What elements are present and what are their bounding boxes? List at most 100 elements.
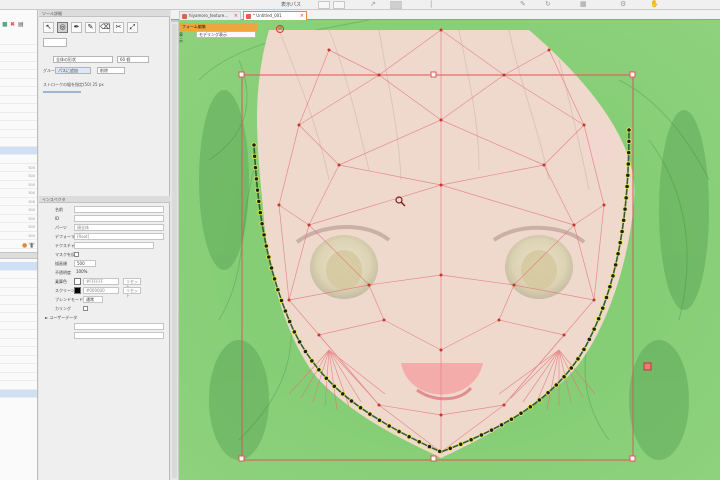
path-point[interactable] bbox=[386, 423, 392, 429]
list-item[interactable]: 500 bbox=[0, 232, 37, 240]
mode-chip[interactable] bbox=[43, 38, 67, 47]
lock-icon[interactable]: ● bbox=[22, 242, 27, 249]
path-point[interactable] bbox=[508, 416, 515, 422]
close-icon[interactable]: × bbox=[234, 12, 238, 20]
path-point[interactable] bbox=[536, 397, 543, 403]
list-item[interactable] bbox=[0, 104, 37, 113]
grid-icon[interactable]: ▦ bbox=[580, 0, 588, 8]
list-item[interactable]: 500 bbox=[0, 181, 37, 189]
list-item[interactable] bbox=[0, 121, 37, 130]
path-point[interactable] bbox=[278, 297, 285, 304]
list-item[interactable] bbox=[0, 138, 37, 147]
path-point[interactable] bbox=[367, 411, 373, 417]
count-field[interactable]: 60 個 bbox=[117, 56, 149, 63]
path-point[interactable] bbox=[561, 374, 567, 380]
path-point[interactable] bbox=[591, 326, 597, 332]
mesh-vertex[interactable] bbox=[562, 333, 566, 337]
list-item[interactable] bbox=[0, 322, 37, 330]
mesh-vertex[interactable] bbox=[602, 203, 606, 207]
path-point[interactable] bbox=[468, 437, 474, 443]
path-point[interactable] bbox=[498, 422, 505, 428]
user-data-toggle[interactable]: ► ユーザーデータ bbox=[45, 315, 77, 321]
list-item[interactable] bbox=[0, 364, 37, 373]
path-point[interactable] bbox=[271, 276, 278, 282]
deformer-select[interactable]: [Root] bbox=[74, 233, 164, 240]
path-point[interactable] bbox=[259, 221, 265, 227]
mesh-vertex[interactable] bbox=[287, 298, 291, 302]
path-point[interactable] bbox=[309, 358, 315, 364]
mesh-vertex[interactable] bbox=[317, 333, 321, 337]
draw-order-field[interactable]: 500 bbox=[74, 260, 96, 267]
mesh-vertex[interactable] bbox=[582, 123, 586, 127]
list-item[interactable] bbox=[0, 79, 37, 87]
settings-icon[interactable]: ⚙ bbox=[620, 0, 628, 8]
display-mode-select[interactable]: モデリング表示 bbox=[196, 31, 256, 38]
mesh-vertex[interactable] bbox=[439, 183, 443, 187]
path-point[interactable] bbox=[257, 209, 263, 216]
add-icon[interactable]: ■ bbox=[2, 22, 8, 28]
path-point[interactable] bbox=[263, 243, 269, 249]
path-point[interactable] bbox=[296, 339, 303, 345]
id-input[interactable] bbox=[74, 215, 164, 222]
path-point[interactable] bbox=[545, 390, 551, 396]
path-point[interactable] bbox=[256, 198, 262, 205]
opacity-value[interactable]: 100% bbox=[74, 269, 96, 276]
list-item[interactable]: 500 bbox=[0, 206, 37, 215]
mesh-vertex[interactable] bbox=[297, 123, 301, 127]
list-item-selected[interactable] bbox=[0, 146, 37, 155]
delete-icon[interactable]: ✖ bbox=[10, 22, 16, 28]
scrollbar-thumb[interactable] bbox=[172, 24, 177, 478]
texture-field[interactable] bbox=[74, 242, 154, 249]
mesh-vertex[interactable] bbox=[439, 348, 443, 352]
user-data-field-2[interactable] bbox=[74, 332, 164, 339]
arrow-tool-icon[interactable]: ↗ bbox=[370, 0, 378, 8]
reset-screen-button[interactable]: リセット bbox=[123, 287, 141, 298]
path-point[interactable] bbox=[447, 445, 453, 452]
path-point[interactable] bbox=[302, 348, 309, 355]
path-point[interactable] bbox=[621, 217, 627, 223]
list-item[interactable] bbox=[0, 113, 37, 121]
path-point[interactable] bbox=[254, 187, 261, 193]
path-point[interactable] bbox=[282, 308, 289, 314]
list-item[interactable] bbox=[0, 62, 37, 70]
mesh-vertex[interactable] bbox=[337, 163, 341, 167]
path-point[interactable] bbox=[253, 176, 260, 182]
pen-tool-button[interactable]: ✒ bbox=[71, 22, 82, 33]
path-point[interactable] bbox=[287, 318, 293, 325]
user-data-field[interactable] bbox=[74, 323, 164, 330]
list-item[interactable] bbox=[0, 356, 37, 364]
blend-mode-select[interactable]: 通常 bbox=[83, 296, 103, 303]
mesh-vertex[interactable] bbox=[439, 273, 443, 277]
vertical-scrollbar[interactable] bbox=[171, 22, 179, 480]
list-item[interactable]: 500 bbox=[0, 215, 37, 223]
list-item[interactable] bbox=[0, 155, 37, 164]
brush-tool-button[interactable]: ✎ bbox=[85, 22, 96, 33]
mesh-vertex[interactable] bbox=[439, 413, 443, 417]
mesh-vertex[interactable] bbox=[502, 73, 506, 77]
path-point[interactable] bbox=[626, 138, 632, 144]
list-item[interactable] bbox=[0, 330, 37, 339]
path-point[interactable] bbox=[607, 284, 613, 290]
path-point[interactable] bbox=[619, 228, 625, 235]
mode-select[interactable]: 全体の形状 bbox=[53, 56, 113, 63]
path-point[interactable] bbox=[527, 404, 534, 410]
path-point[interactable] bbox=[251, 142, 257, 148]
mesh-vertex[interactable] bbox=[382, 318, 386, 322]
mesh-vertex[interactable] bbox=[277, 203, 281, 207]
mesh-vertex[interactable] bbox=[592, 298, 596, 302]
list-item[interactable] bbox=[0, 36, 37, 45]
reset-multiply-button[interactable]: リセット bbox=[123, 278, 141, 289]
cut-tool-button[interactable]: ✂ bbox=[113, 22, 124, 33]
path-point[interactable] bbox=[586, 336, 592, 343]
list-item[interactable] bbox=[0, 271, 37, 279]
part-select[interactable]: 顔全体 bbox=[74, 224, 164, 231]
mesh-vertex[interactable] bbox=[439, 118, 443, 122]
deform-tool-button[interactable]: ◎ bbox=[57, 22, 68, 33]
path-point[interactable] bbox=[595, 316, 602, 322]
mesh-vertex[interactable] bbox=[327, 48, 331, 52]
path-point[interactable] bbox=[323, 375, 329, 381]
path-point[interactable] bbox=[291, 329, 298, 335]
close-icon[interactable]: × bbox=[300, 12, 304, 20]
mesh-vertex[interactable] bbox=[497, 318, 501, 322]
path-point[interactable] bbox=[426, 444, 433, 450]
